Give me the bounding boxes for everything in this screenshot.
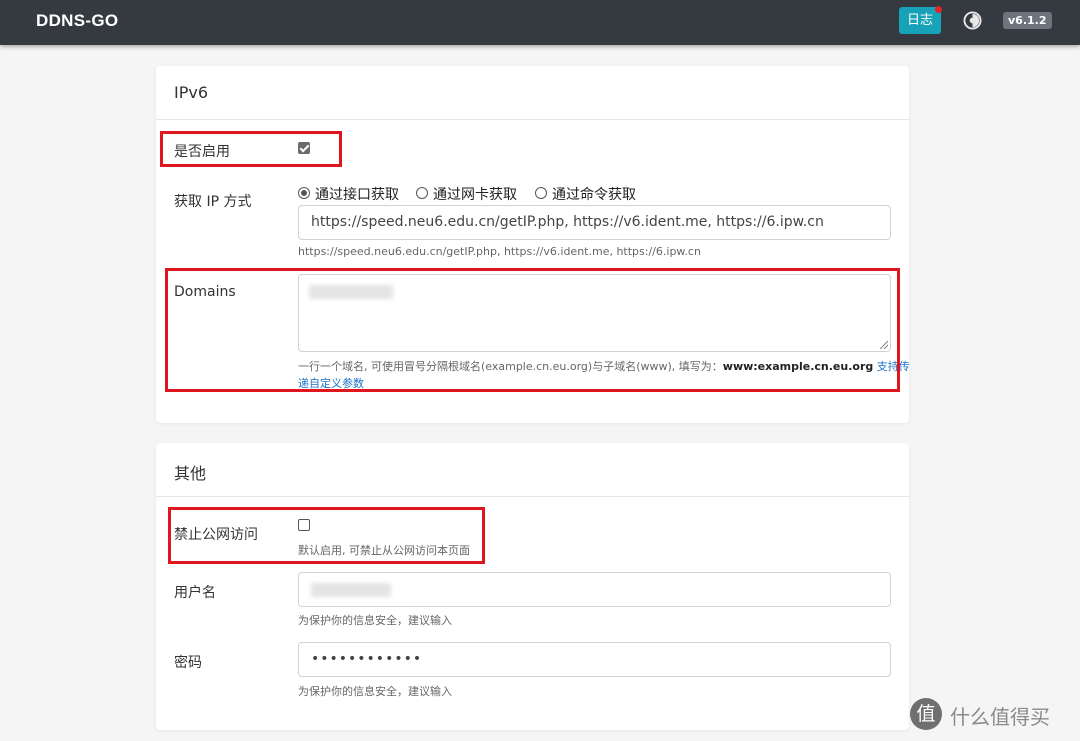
domains-help-line2: 递自定义参数	[298, 375, 364, 391]
radio-netcard-label: 通过网卡获取	[433, 187, 517, 203]
theme-toggle-icon[interactable]	[963, 11, 982, 30]
blurred-domain	[309, 285, 393, 299]
block-public-help: 默认启用, 可禁止从公网访问本页面	[298, 544, 470, 557]
ipv6-card-title: IPv6	[174, 83, 209, 102]
domains-textarea[interactable]	[298, 274, 891, 352]
radio-command-label: 通过命令获取	[552, 187, 636, 203]
watermark-text: 什么值得买	[950, 705, 1050, 729]
domains-help-example: www:example.cn.eu.org	[722, 360, 874, 373]
ip-url-help: https://speed.neu6.edu.cn/getIP.php, htt…	[298, 245, 701, 258]
domains-label: Domains	[174, 284, 236, 300]
password-label: 密码	[174, 655, 202, 671]
custom-params-link-cont[interactable]: 递自定义参数	[298, 377, 364, 390]
enable-label: 是否启用	[174, 144, 230, 160]
version-badge: v6.1.2	[1003, 12, 1052, 29]
username-help: 为保护你的信息安全，建议输入	[298, 614, 452, 627]
password-help: 为保护你的信息安全，建议输入	[298, 685, 452, 698]
get-ip-label: 获取 IP 方式	[174, 194, 252, 210]
ipv6-card-header: IPv6	[156, 66, 909, 120]
radio-interface-circle[interactable]	[298, 187, 310, 199]
domains-help-text: 一行一个域名, 可使用冒号分隔根域名(example.cn.eu.org)与子域…	[298, 360, 723, 373]
block-public-label: 禁止公网访问	[174, 527, 258, 543]
domains-help: 一行一个域名, 可使用冒号分隔根域名(example.cn.eu.org)与子域…	[298, 358, 910, 374]
other-card-header: 其他	[156, 443, 909, 497]
ip-url-input[interactable]: https://speed.neu6.edu.cn/getIP.php, htt…	[298, 205, 891, 240]
username-label: 用户名	[174, 585, 216, 601]
custom-params-link[interactable]: 支持传	[877, 360, 910, 373]
radio-netcard-circle[interactable]	[416, 187, 428, 199]
other-card-title: 其他	[174, 464, 207, 483]
notification-dot	[935, 6, 942, 13]
top-navbar: DDNS-GO 日志 v6.1.2	[0, 0, 1080, 45]
radio-command-circle[interactable]	[535, 187, 547, 199]
radio-interface-label: 通过接口获取	[315, 187, 399, 203]
log-button[interactable]: 日志	[899, 6, 942, 34]
watermark-logo-icon: 值	[910, 698, 942, 730]
username-input[interactable]	[298, 572, 891, 607]
watermark: 值 什么值得买	[910, 698, 1075, 734]
password-input[interactable]: ••••••••••••	[298, 642, 891, 677]
log-button-label: 日志	[906, 13, 933, 28]
resize-grip-icon[interactable]	[880, 341, 888, 349]
blurred-username	[311, 583, 391, 597]
block-public-checkbox[interactable]	[298, 519, 310, 531]
brand-logo[interactable]: DDNS-GO	[36, 11, 118, 31]
enable-checkbox[interactable]	[298, 142, 310, 154]
